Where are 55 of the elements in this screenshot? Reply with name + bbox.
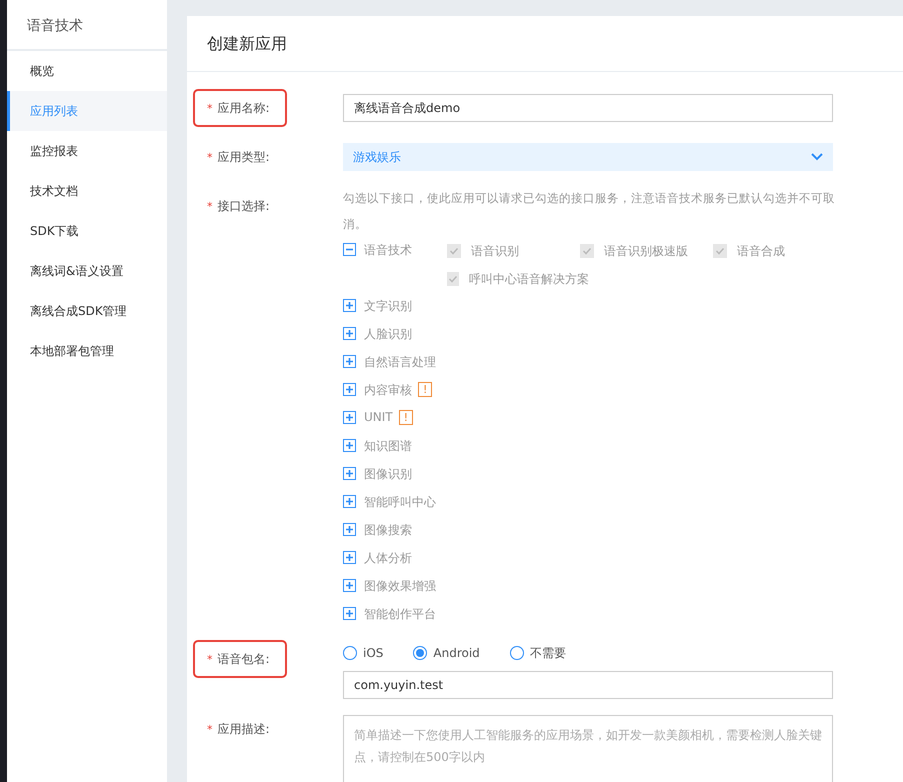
expand-icon[interactable]: [343, 607, 356, 620]
expand-icon[interactable]: [343, 327, 356, 340]
expand-icon[interactable]: [343, 495, 356, 508]
expand-icon[interactable]: [343, 355, 356, 368]
checkbox-label: 语音识别极速版: [604, 242, 688, 260]
expand-icon[interactable]: [343, 439, 356, 452]
required-mark: *: [207, 150, 212, 164]
api-group-label: 文字识别: [364, 298, 412, 315]
checkbox-label: 语音识别: [471, 242, 519, 260]
check-icon: [448, 274, 458, 284]
api-group-label: 智能呼叫中心: [364, 494, 436, 511]
expand-icon[interactable]: [343, 383, 356, 396]
warning-badge: !: [418, 382, 432, 397]
expand-icon[interactable]: [343, 523, 356, 536]
api-group-label: 内容审核: [364, 382, 412, 399]
required-mark: *: [207, 200, 212, 212]
api-group-label: 人脸识别: [364, 326, 412, 343]
required-mark: *: [207, 722, 212, 736]
expand-icon[interactable]: [343, 411, 356, 424]
expand-icon[interactable]: [343, 299, 356, 312]
api-group-label: UNIT: [364, 410, 393, 424]
check-icon: [582, 246, 592, 256]
api-group-label: 图像效果增强: [364, 578, 436, 595]
radio-option[interactable]: 不需要: [510, 641, 566, 665]
chevron-down-icon: [811, 153, 823, 161]
checkbox-label: 语音合成: [737, 242, 785, 260]
api-group-label: 知识图谱: [364, 438, 412, 455]
hint-text: 勾选以下接口，使此应用可以请求已勾选的接口服务，注意语音技术服务已默认勾选并不可取消。: [343, 190, 836, 233]
field-label: 应用描述:: [218, 720, 270, 738]
app-name-field[interactable]: 离线语音合成demo: [343, 94, 833, 122]
checkbox-label: 呼叫中心语音解决方案: [469, 270, 589, 288]
card-title: 创建新应用: [187, 16, 903, 72]
check-icon: [715, 246, 725, 256]
field-label: 应用名称:: [218, 100, 270, 116]
required-mark: *: [207, 102, 212, 114]
expand-icon[interactable]: [343, 551, 356, 564]
expand-icon[interactable]: [343, 579, 356, 592]
collapse-icon[interactable]: [343, 243, 356, 256]
warning-badge: !: [398, 410, 414, 425]
radio-option[interactable]: iOS: [343, 641, 384, 665]
api-group-label: 图像识别: [364, 466, 412, 483]
field-label: 接口选择:: [218, 198, 270, 214]
check-icon: [449, 246, 459, 256]
api-group-label: 智能创作平台: [364, 606, 436, 623]
field-label: 应用类型:: [218, 148, 270, 166]
api-group-label: 自然语言处理: [364, 354, 436, 371]
description-field[interactable]: 简单描述一下您使用人工智能服务的应用场景，如开发一款美颜相机，需要检测人脸关键点，请控制在500字以内: [343, 715, 833, 782]
expand-icon[interactable]: [343, 467, 356, 480]
api-group-label: 图像搜索: [364, 522, 412, 539]
required-mark: *: [207, 652, 212, 666]
api-group-label: 语音技术: [364, 242, 412, 259]
radio-option[interactable]: Android: [413, 641, 480, 665]
field-label: 语音包名:: [218, 650, 270, 668]
api-group-label: 人体分析: [364, 550, 412, 567]
package-name-field[interactable]: com.yuyin.test: [343, 671, 833, 699]
